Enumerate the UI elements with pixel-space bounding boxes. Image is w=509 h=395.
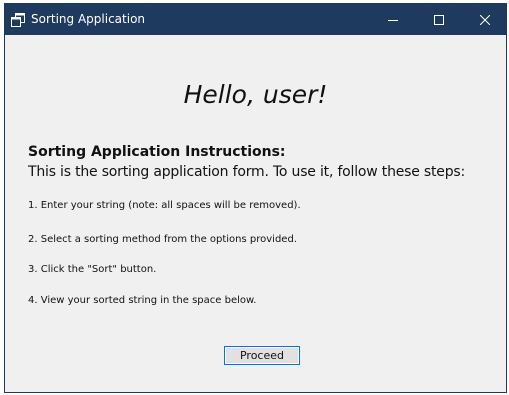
instruction-step-3: 3. Click the "Sort" button.	[28, 264, 157, 275]
maximize-icon	[434, 14, 444, 25]
form-client-area: Hello, user! Sorting Application Instruc…	[5, 35, 506, 392]
greeting-heading: Hello, user!	[183, 80, 328, 109]
maximize-button[interactable]	[416, 4, 462, 35]
proceed-button[interactable]: Proceed	[224, 346, 300, 365]
instructions-title: Sorting Application Instructions:	[28, 144, 286, 160]
minimize-button[interactable]	[370, 4, 416, 35]
title-bar[interactable]: Sorting Application	[5, 4, 506, 35]
app-window-icon	[11, 12, 25, 27]
close-icon	[480, 14, 490, 25]
instructions-description: This is the sorting application form. To…	[28, 164, 466, 180]
close-button[interactable]	[462, 4, 506, 35]
instruction-step-4: 4. View your sorted string in the space …	[28, 295, 257, 306]
minimize-icon	[388, 15, 398, 25]
instruction-step-1: 1. Enter your string (note: all spaces w…	[28, 200, 301, 211]
window-title: Sorting Application	[31, 12, 146, 26]
instruction-step-2: 2. Select a sorting method from the opti…	[28, 234, 297, 245]
app-window: Sorting Application Hello, user! Sorting…	[4, 3, 507, 393]
